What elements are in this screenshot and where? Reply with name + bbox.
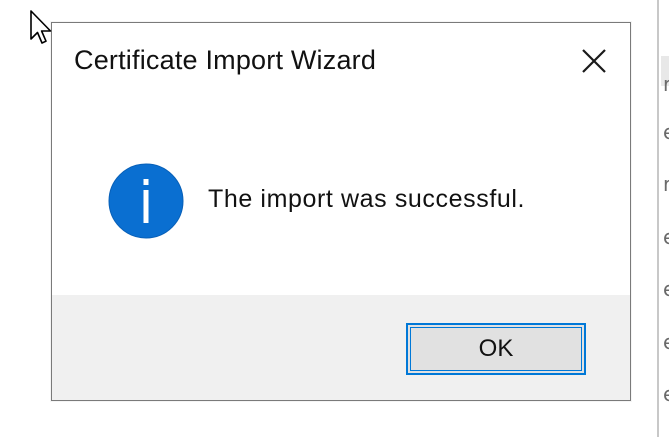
background-window-text: e — [663, 120, 669, 144]
background-window-text: e — [663, 225, 669, 249]
background-window-text: e — [663, 382, 669, 406]
close-icon — [582, 49, 606, 73]
background-window: r e r e e e e — [657, 0, 669, 437]
background-window-text: e — [663, 277, 669, 301]
background-window-text: r — [663, 172, 669, 196]
certificate-import-dialog: Certificate Import Wizard The import was… — [51, 22, 631, 401]
dialog-title-bar[interactable]: Certificate Import Wizard — [52, 23, 630, 101]
ok-button[interactable]: OK — [406, 323, 586, 375]
mouse-cursor-icon — [30, 10, 52, 44]
dialog-content: The import was successful. — [52, 101, 630, 295]
dialog-footer: OK — [52, 295, 630, 400]
screen: r e r e e e e Certificate Import Wizard — [0, 0, 669, 437]
background-window-text: e — [663, 330, 669, 354]
info-icon — [108, 163, 184, 239]
dialog-title: Certificate Import Wizard — [74, 45, 377, 75]
success-message: The import was successful. — [208, 185, 526, 213]
close-button[interactable] — [572, 41, 616, 81]
background-window-text: r — [663, 72, 669, 96]
